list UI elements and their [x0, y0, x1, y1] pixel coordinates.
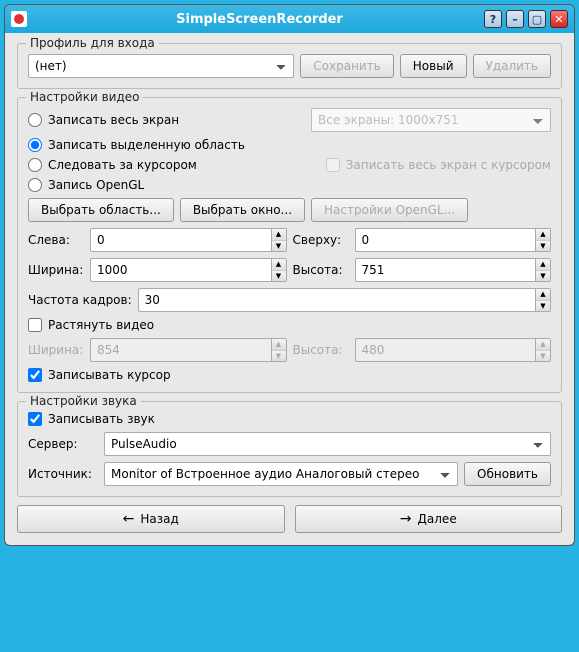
left-spinner[interactable]: ▲▼: [271, 228, 287, 252]
check-record-cursor[interactable]: Записывать курсор: [28, 368, 171, 382]
arrow-left-icon: [123, 511, 135, 527]
fps-input[interactable]: [138, 288, 535, 312]
radio-area[interactable]: Записать выделенную область: [28, 138, 245, 152]
width-spinner[interactable]: ▲▼: [271, 258, 287, 282]
titlebar[interactable]: SimpleScreenRecorder ? – ▢ ✕: [5, 5, 574, 33]
top-label: Сверху:: [293, 233, 349, 247]
sheight-label: Высота:: [293, 343, 349, 357]
width-label: Ширина:: [28, 263, 84, 277]
server-label: Сервер:: [28, 437, 98, 451]
sheight-spinner: ▲▼: [535, 338, 551, 362]
next-button[interactable]: Далее: [295, 505, 563, 533]
radio-follow-cursor[interactable]: Следовать за курсором: [28, 158, 197, 172]
profile-save-button[interactable]: Сохранить: [300, 54, 394, 78]
server-select[interactable]: PulseAudio: [104, 432, 551, 456]
radio-fullscreen[interactable]: Записать весь экран: [28, 113, 179, 127]
height-input[interactable]: [355, 258, 536, 282]
check-record-audio[interactable]: Записывать звук: [28, 412, 155, 426]
check-scale[interactable]: Растянуть видео: [28, 318, 154, 332]
screens-select: Все экраны: 1000x751: [311, 108, 551, 132]
fps-spinner[interactable]: ▲▼: [535, 288, 551, 312]
left-label: Слева:: [28, 233, 84, 247]
height-label: Высота:: [293, 263, 349, 277]
sheight-input: [355, 338, 536, 362]
main-window: SimpleScreenRecorder ? – ▢ ✕ Профиль для…: [4, 4, 575, 546]
video-title: Настройки видео: [26, 90, 143, 104]
profile-new-button[interactable]: Новый: [400, 54, 467, 78]
app-icon: [11, 11, 27, 27]
profile-select[interactable]: (нет): [28, 54, 294, 78]
swidth-label: Ширина:: [28, 343, 84, 357]
fps-label: Частота кадров:: [28, 293, 132, 307]
profile-title: Профиль для входа: [26, 36, 159, 50]
check-fullscreen-cursor: Записать весь экран с курсором: [326, 158, 551, 172]
refresh-button[interactable]: Обновить: [464, 462, 551, 486]
width-input[interactable]: [90, 258, 271, 282]
close-button[interactable]: ✕: [550, 10, 568, 28]
top-input[interactable]: [355, 228, 536, 252]
maximize-button[interactable]: ▢: [528, 10, 546, 28]
select-window-button[interactable]: Выбрать окно...: [180, 198, 305, 222]
back-button[interactable]: Назад: [17, 505, 285, 533]
arrow-right-icon: [400, 511, 412, 527]
source-select[interactable]: Monitor of Встроенное аудио Аналоговый с…: [104, 462, 458, 486]
audio-group: Настройки звука Записывать звук Сервер: …: [17, 401, 562, 497]
minimize-button[interactable]: –: [506, 10, 524, 28]
window-title: SimpleScreenRecorder: [35, 12, 484, 27]
height-spinner[interactable]: ▲▼: [535, 258, 551, 282]
left-input[interactable]: [90, 228, 271, 252]
source-label: Источник:: [28, 467, 98, 481]
help-button[interactable]: ?: [484, 10, 502, 28]
opengl-settings-button[interactable]: Настройки OpenGL...: [311, 198, 468, 222]
profile-group: Профиль для входа (нет) Сохранить Новый …: [17, 43, 562, 89]
profile-delete-button[interactable]: Удалить: [473, 54, 552, 78]
top-spinner[interactable]: ▲▼: [535, 228, 551, 252]
audio-title: Настройки звука: [26, 394, 141, 408]
swidth-input: [90, 338, 271, 362]
radio-opengl[interactable]: Запись OpenGL: [28, 178, 144, 192]
video-group: Настройки видео Записать весь экран Все …: [17, 97, 562, 393]
swidth-spinner: ▲▼: [271, 338, 287, 362]
select-area-button[interactable]: Выбрать область...: [28, 198, 174, 222]
